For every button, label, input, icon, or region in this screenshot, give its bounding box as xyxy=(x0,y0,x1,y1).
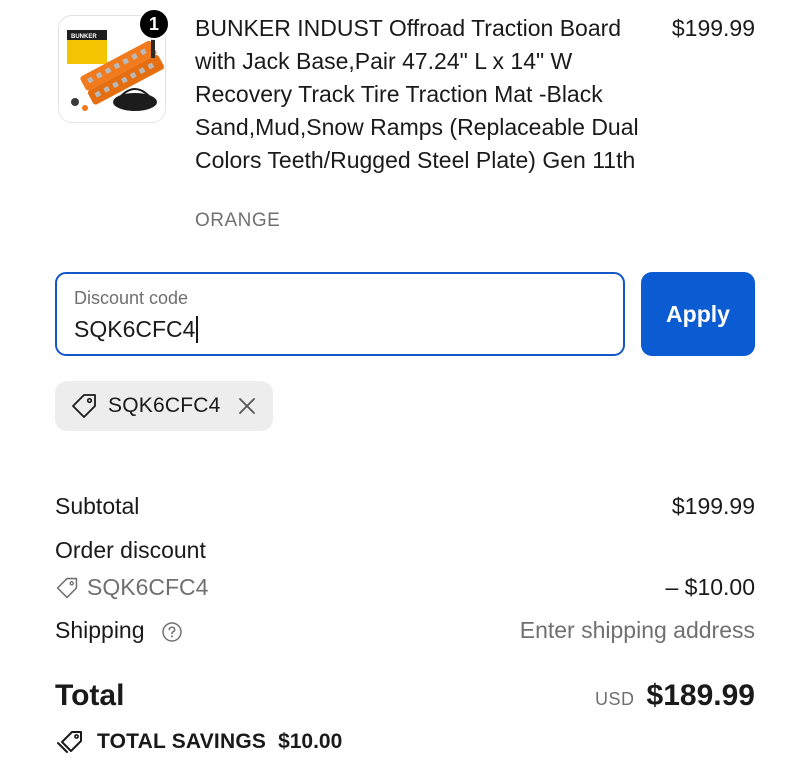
tag-icon xyxy=(72,394,96,418)
product-price: $199.99 xyxy=(671,15,755,41)
line-item: BUNKER 1 BUNKER INDUST Offroad Traction … xyxy=(55,8,755,248)
product-image-brand: BUNKER xyxy=(71,34,97,40)
discount-code-field[interactable]: Discount code SQK6CFC4 xyxy=(55,272,625,356)
tag-icon xyxy=(56,577,78,598)
product-thumbnail-wrap: BUNKER 1 xyxy=(58,8,170,123)
currency-code: USD xyxy=(595,689,635,709)
product-title: BUNKER INDUST Offroad Traction Board wit… xyxy=(195,15,639,173)
total-value: $189.99 xyxy=(646,679,755,712)
quantity-badge: 1 xyxy=(138,8,170,40)
shipping-value: Enter shipping address xyxy=(519,617,755,643)
close-icon xyxy=(239,398,256,414)
total-row: Total USD $189.99 xyxy=(55,679,755,719)
applied-discount-chip: SQK6CFC4 xyxy=(55,381,273,431)
order-discount-code: SQK6CFC4 xyxy=(55,574,208,601)
order-discount-row: Order discount xyxy=(55,537,755,567)
shipping-help-button[interactable] xyxy=(161,621,183,643)
remove-discount-button[interactable] xyxy=(236,395,258,417)
question-circle-icon xyxy=(162,622,182,642)
order-discount-value: – $10.00 xyxy=(665,574,755,600)
shipping-label: Shipping xyxy=(55,617,145,643)
discount-code-label: Discount code xyxy=(74,288,189,308)
total-savings: TOTAL SAVINGS $10.00 xyxy=(55,728,342,756)
applied-discount-code: SQK6CFC4 xyxy=(108,394,221,417)
shipping-label-wrap: Shipping xyxy=(55,617,183,644)
tags-icon xyxy=(57,731,82,753)
order-discount-code-row: SQK6CFC4 – $10.00 xyxy=(55,574,755,604)
total-savings-value: $10.00 xyxy=(278,730,343,753)
order-discount-label: Order discount xyxy=(55,537,206,563)
checkout-order-summary: BUNKER 1 BUNKER INDUST Offroad Traction … xyxy=(0,0,799,776)
subtotal-value: $199.99 xyxy=(671,493,755,519)
total-value-wrap: USD $189.99 xyxy=(595,679,755,713)
order-discount-code-text: SQK6CFC4 xyxy=(87,574,209,600)
total-label: Total xyxy=(55,679,125,712)
text-caret xyxy=(196,316,199,343)
total-savings-label: TOTAL SAVINGS xyxy=(97,730,267,753)
subtotal-row: Subtotal $199.99 xyxy=(55,493,755,523)
discount-code-value: SQK6CFC4 xyxy=(74,316,196,342)
product-variant: ORANGE xyxy=(195,210,281,231)
discount-code-input[interactable]: SQK6CFC4 xyxy=(74,316,199,343)
subtotal-label: Subtotal xyxy=(55,493,140,519)
shipping-row: Shipping Enter shipping address xyxy=(55,617,755,647)
apply-discount-button[interactable]: Apply xyxy=(641,272,755,356)
